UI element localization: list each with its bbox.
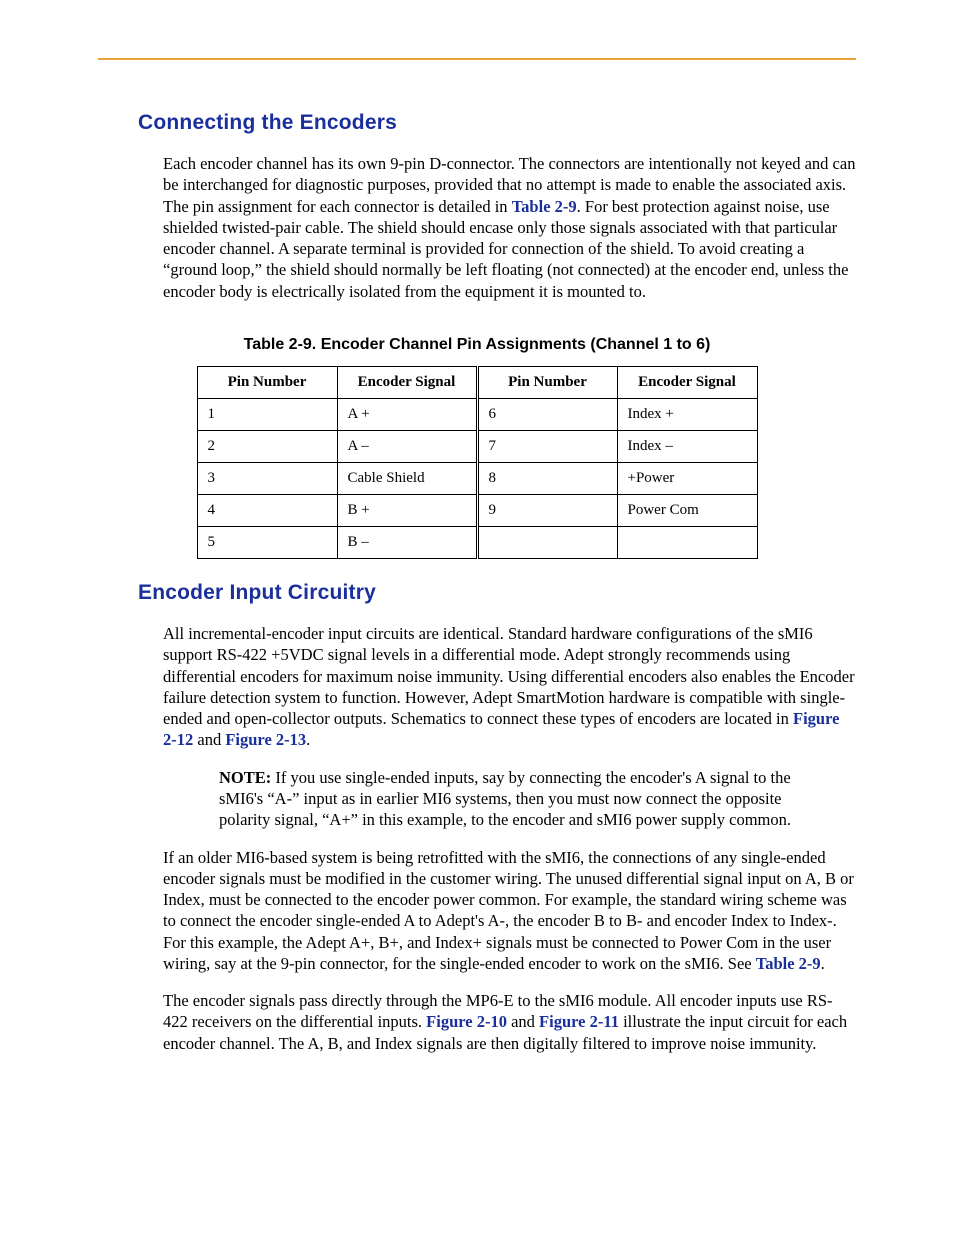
table-cell	[477, 526, 617, 558]
crossref-table-2-9[interactable]: Table 2-9	[756, 954, 821, 973]
table-row: 3Cable Shield8+Power	[197, 462, 757, 494]
paragraph: The encoder signals pass directly throug…	[163, 990, 856, 1054]
crossref-figure-2-13[interactable]: Figure 2-13	[225, 730, 306, 749]
table-header-cell: Pin Number	[477, 366, 617, 398]
table-header-cell: Pin Number	[197, 366, 337, 398]
table-cell: 9	[477, 494, 617, 526]
table-body: 1A +6Index +2A –7Index –3Cable Shield8+P…	[197, 398, 757, 558]
note-block: NOTE: If you use single-ended inputs, sa…	[219, 767, 856, 831]
table-cell: 2	[197, 430, 337, 462]
content-area: Connecting the Encoders Each encoder cha…	[98, 111, 856, 1054]
table-row: 1A +6Index +	[197, 398, 757, 430]
paragraph: All incremental-encoder input circuits a…	[163, 623, 856, 751]
crossref-figure-2-10[interactable]: Figure 2-10	[426, 1012, 507, 1031]
body-block-connecting: Each encoder channel has its own 9-pin D…	[163, 153, 856, 302]
table-cell: Index +	[617, 398, 757, 430]
body-block-circuitry: All incremental-encoder input circuits a…	[163, 623, 856, 1054]
note-paragraph: NOTE: If you use single-ended inputs, sa…	[219, 767, 816, 831]
crossref-table-2-9[interactable]: Table 2-9	[512, 197, 577, 216]
section-heading-connecting: Connecting the Encoders	[138, 111, 856, 135]
table-header-cell: Encoder Signal	[617, 366, 757, 398]
table-cell: 3	[197, 462, 337, 494]
table-header-row: Pin Number Encoder Signal Pin Number Enc…	[197, 366, 757, 398]
table-cell: Cable Shield	[337, 462, 477, 494]
text-run: If an older MI6-based system is being re…	[163, 848, 854, 973]
note-label: NOTE:	[219, 768, 271, 787]
crossref-figure-2-11[interactable]: Figure 2-11	[539, 1012, 619, 1031]
table-cell: B –	[337, 526, 477, 558]
table-row: 2A –7Index –	[197, 430, 757, 462]
text-run: and	[193, 730, 225, 749]
table-cell: 5	[197, 526, 337, 558]
table-cell: 4	[197, 494, 337, 526]
table-cell	[617, 526, 757, 558]
table-cell: 6	[477, 398, 617, 430]
table-row: 5B –	[197, 526, 757, 558]
table-header-cell: Encoder Signal	[337, 366, 477, 398]
table-cell: B +	[337, 494, 477, 526]
encoder-pin-table: Pin Number Encoder Signal Pin Number Enc…	[197, 366, 758, 559]
table-cell: 1	[197, 398, 337, 430]
text-run: and	[507, 1012, 539, 1031]
paragraph: If an older MI6-based system is being re…	[163, 847, 856, 975]
text-run: All incremental-encoder input circuits a…	[163, 624, 855, 728]
table-cell: A –	[337, 430, 477, 462]
text-run: .	[821, 954, 825, 973]
section-heading-circuitry: Encoder Input Circuitry	[138, 581, 856, 605]
text-run: .	[306, 730, 310, 749]
table-caption: Table 2-9. Encoder Channel Pin Assignmen…	[98, 336, 856, 354]
page: Connecting the Encoders Each encoder cha…	[0, 0, 954, 1235]
header-rule	[98, 58, 856, 60]
table-cell: 7	[477, 430, 617, 462]
table-row: 4B +9Power Com	[197, 494, 757, 526]
table-cell: 8	[477, 462, 617, 494]
table-cell: +Power	[617, 462, 757, 494]
paragraph: Each encoder channel has its own 9-pin D…	[163, 153, 856, 302]
note-text: If you use single-ended inputs, say by c…	[219, 768, 791, 830]
table-cell: Index –	[617, 430, 757, 462]
table-cell: A +	[337, 398, 477, 430]
table-cell: Power Com	[617, 494, 757, 526]
